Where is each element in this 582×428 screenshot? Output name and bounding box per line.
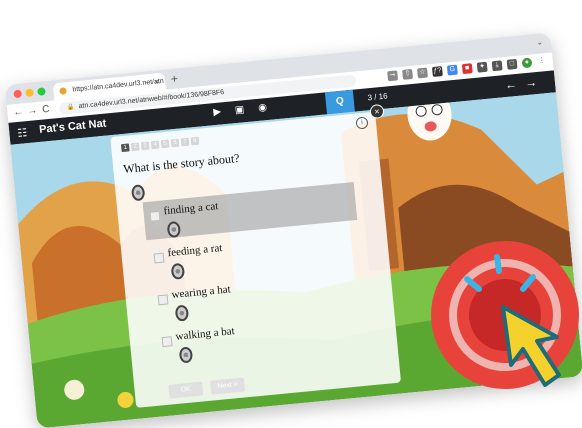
- quiz-step-1[interactable]: 1: [120, 143, 130, 153]
- tab-menu-icon[interactable]: ⌄: [536, 37, 544, 47]
- quiz-step-2[interactable]: 2: [130, 142, 140, 152]
- quiz-step-7[interactable]: 7: [180, 137, 190, 147]
- quiz-step-8[interactable]: 8: [190, 136, 200, 146]
- page-nav: ←→: [504, 74, 545, 92]
- forward-icon[interactable]: →: [27, 105, 38, 117]
- menu-grid-icon[interactable]: ☷: [17, 126, 28, 140]
- click-cursor-icon: [431, 241, 579, 389]
- prev-page-icon[interactable]: ←: [504, 76, 525, 92]
- option-speaker-icon[interactable]: [174, 304, 190, 322]
- download-icon[interactable]: ⤓: [491, 60, 503, 72]
- minimize-window-dot[interactable]: [25, 88, 34, 98]
- extension-red-icon[interactable]: ■: [461, 63, 473, 75]
- back-icon[interactable]: ←: [13, 106, 24, 118]
- audio-icon[interactable]: ◉: [258, 102, 268, 114]
- reload-icon[interactable]: C: [42, 104, 50, 116]
- caption-icon[interactable]: ▣: [234, 104, 244, 116]
- question-speaker-icon[interactable]: [130, 184, 146, 202]
- quiz-button[interactable]: Q: [324, 89, 355, 115]
- info-icon[interactable]: i: [355, 116, 369, 130]
- book-title: Pat's Cat Nat: [38, 117, 107, 136]
- option-speaker-icon[interactable]: [170, 262, 186, 280]
- extensions-puzzle-icon[interactable]: ✦: [476, 61, 488, 73]
- page-indicator: 3 / 16: [367, 91, 388, 103]
- lock-icon: 🔒: [66, 104, 75, 112]
- option-speaker-icon[interactable]: [178, 346, 194, 364]
- bookmark-star-icon[interactable]: ☆: [417, 67, 428, 79]
- quiz-steps: 1 2 3 4 5 6 7 8: [120, 136, 200, 153]
- option-label: walking a bat: [175, 325, 236, 343]
- option-label: wearing a hat: [171, 283, 232, 301]
- cast-icon[interactable]: ⊸: [387, 70, 399, 82]
- quiz-step-5[interactable]: 5: [160, 139, 170, 149]
- option-checkbox[interactable]: [161, 336, 173, 348]
- next-page-icon[interactable]: →: [524, 74, 545, 90]
- profile-avatar-icon[interactable]: ●: [521, 57, 533, 69]
- option-label: feeding a rat: [167, 241, 223, 260]
- quiz-actions: OK Next >: [168, 377, 246, 399]
- close-window-dot[interactable]: [13, 89, 22, 99]
- quiz-step-4[interactable]: 4: [150, 140, 160, 150]
- extension-f-icon[interactable]: ƒ?: [431, 66, 443, 77]
- media-controls: ▶ ▣ ◉: [213, 102, 268, 118]
- screenshot-stage: https://atn.ca4dev.url3.net/atn × + ⌄ ← …: [0, 0, 582, 428]
- quiz-question: What is the story about?: [122, 150, 241, 177]
- quiz-step-3[interactable]: 3: [140, 141, 150, 151]
- maximize-window-dot[interactable]: [37, 87, 46, 96]
- option-label: finding a cat: [162, 200, 219, 218]
- option-checkbox[interactable]: [157, 294, 169, 306]
- share-icon[interactable]: ⇧: [402, 68, 414, 80]
- new-tab-icon[interactable]: +: [170, 71, 178, 86]
- quiz-step-6[interactable]: 6: [170, 138, 180, 148]
- favicon-icon: [59, 86, 67, 95]
- browser-menu-icon[interactable]: ⋮: [536, 56, 547, 67]
- next-button[interactable]: Next >: [210, 377, 246, 395]
- option-checkbox[interactable]: [149, 210, 161, 222]
- option-speaker-icon[interactable]: [166, 220, 182, 239]
- option-checkbox[interactable]: [153, 252, 165, 264]
- tab-close-icon[interactable]: ×: [154, 73, 160, 90]
- extension-g-icon[interactable]: G: [446, 64, 458, 76]
- quiz-panel: 1 2 3 4 5 6 7 8 i What is the story abou…: [110, 111, 402, 408]
- sidepanel-icon[interactable]: □: [506, 58, 518, 70]
- ok-button[interactable]: OK: [168, 381, 204, 399]
- play-icon[interactable]: ▶: [213, 106, 222, 118]
